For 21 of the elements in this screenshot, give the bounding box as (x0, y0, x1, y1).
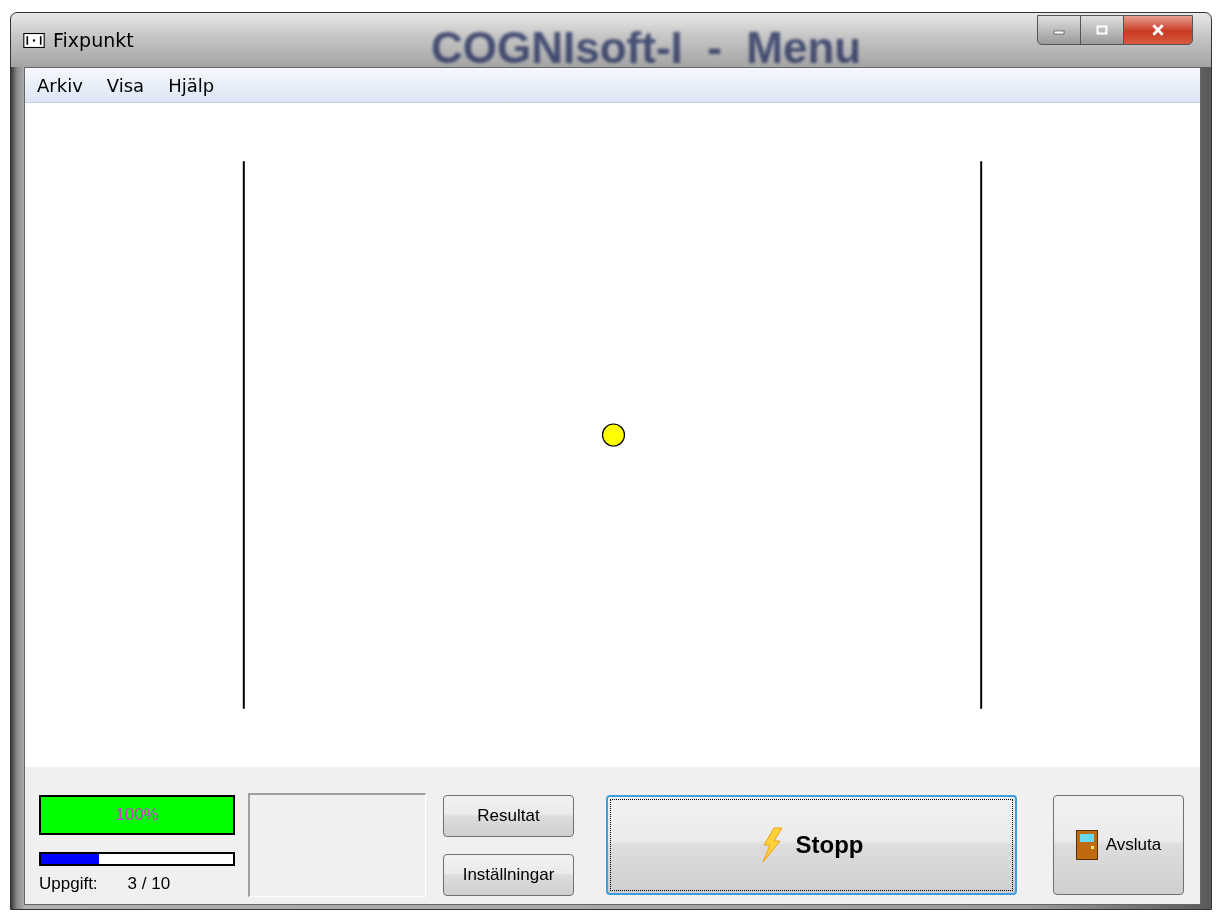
stop-button[interactable]: Stopp (606, 795, 1017, 895)
door-icon (1075, 830, 1098, 860)
window-title: Fixpunkt (53, 29, 134, 51)
minimize-button[interactable] (1037, 15, 1081, 45)
menu-item[interactable]: Hjälp (158, 72, 225, 98)
background-window-title: COGNIsoft-I - Menu (431, 23, 862, 73)
menu-item[interactable]: Arkiv (27, 72, 93, 98)
menu-item[interactable]: Visa (96, 72, 155, 98)
fixation-dot (601, 423, 626, 447)
lightning-icon (759, 827, 784, 863)
maximize-icon (1096, 25, 1108, 35)
close-button[interactable] (1123, 15, 1193, 45)
app-icon (23, 32, 45, 48)
maximize-button[interactable] (1080, 15, 1124, 45)
exit-button[interactable]: Avsluta (1053, 795, 1184, 895)
task-label: Uppgift: (39, 874, 98, 894)
close-icon (1151, 24, 1165, 36)
progress-percent: 100% (115, 805, 159, 825)
results-button[interactable]: Resultat (443, 795, 574, 837)
settings-button[interactable]: Inställningar (443, 854, 574, 896)
task-count: 3 / 10 (127, 874, 171, 894)
